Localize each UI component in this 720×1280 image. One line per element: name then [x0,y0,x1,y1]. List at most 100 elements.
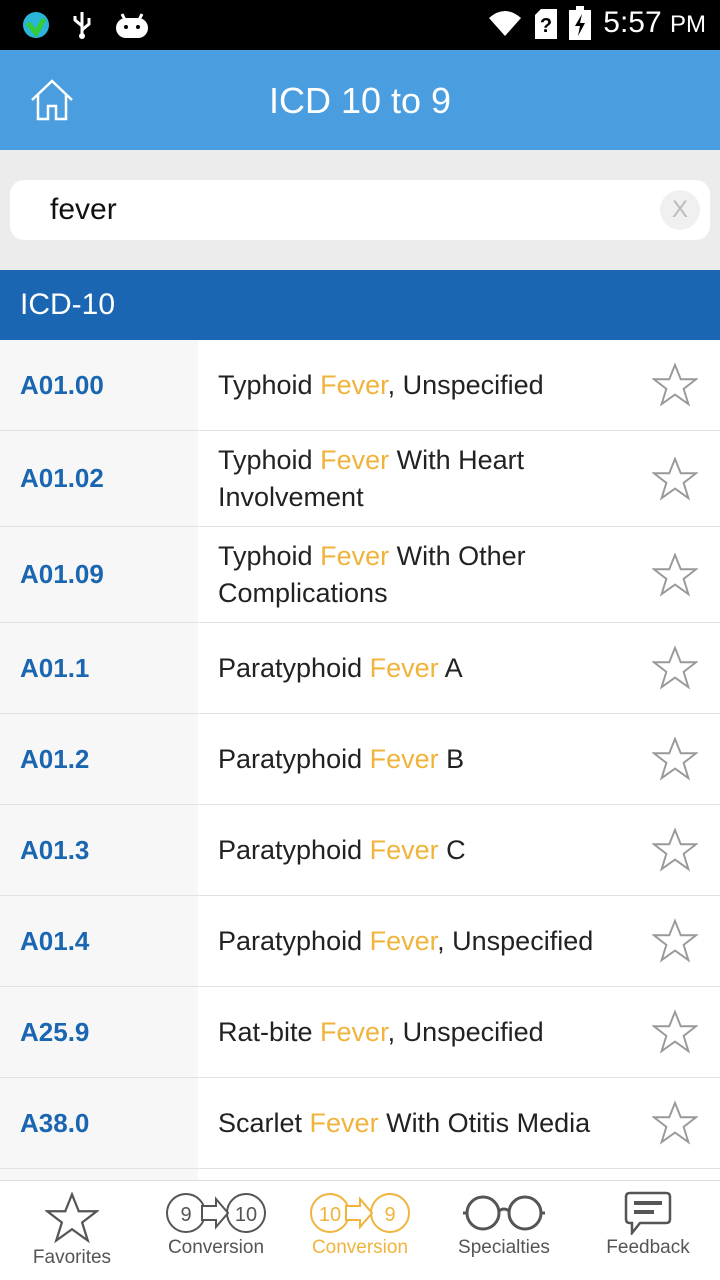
svg-text:10: 10 [235,1204,257,1226]
star-icon [651,1100,699,1145]
desc-text: With Otitis Media [378,1107,591,1138]
star-icon [651,362,699,407]
favorite-toggle[interactable] [651,551,699,603]
icd-code: A01.1 [0,623,198,713]
search-highlight: Fever [369,743,439,774]
app-bar: ICD 10 to 9 [0,50,720,150]
status-bar: ? 5:57 PM [0,0,720,50]
desc-text: Paratyphoid [218,834,370,865]
search-highlight: Fever [369,652,439,683]
svg-text:10: 10 [319,1204,341,1226]
usb-icon [73,12,91,39]
desc-text: Rat-bite [218,1016,321,1047]
search-highlight: Fever [309,1107,379,1138]
desc-text: Typhoid [218,540,321,571]
star-icon [651,736,699,781]
feedback-icon [624,1191,672,1235]
globe-icon [23,12,49,38]
search-highlight: Fever [320,540,390,571]
desc-text: B [438,743,465,774]
clear-search-button[interactable]: X [660,190,700,230]
result-row[interactable]: A01.4 Paratyphoid Fever, Unspecified [0,896,720,987]
nav-star[interactable]: Favorites [0,1181,144,1280]
desc-text: Typhoid [218,369,321,400]
nav-glasses[interactable]: Specialties [432,1181,576,1280]
description: Scarlet Fever With Otitis Media [198,1078,720,1168]
result-row[interactable]: A01.02 Typhoid Fever With Heart Involvem… [0,431,720,527]
icd-code: A25.9 [0,987,198,1077]
glasses-icon [463,1195,545,1231]
icd-code: A01.4 [0,896,198,986]
icd-code: A01.09 [0,527,198,622]
icd-code: A01.3 [0,805,198,895]
search-highlight: Fever [320,1016,388,1047]
svg-text:9: 9 [384,1204,395,1226]
wifi-icon [489,11,522,36]
result-row[interactable]: A38.0 Scarlet Fever With Otitis Media [0,1078,720,1169]
desc-text: Paratyphoid [218,743,370,774]
result-row[interactable]: A01.00 Typhoid Fever, Unspecified [0,340,720,431]
result-row[interactable]: A01.09 Typhoid Fever With Other Complica… [0,527,720,623]
search-highlight: Fever [320,369,388,400]
bottom-nav: Favorites 9 10 Conversion 10 9 Conversion Speci… [0,1180,720,1280]
star-icon [651,551,699,597]
icd-code: A01.00 [0,340,198,430]
favorite-toggle[interactable] [651,1009,699,1060]
desc-text: Paratyphoid [218,652,370,683]
description: Paratyphoid Fever B [198,714,720,804]
favorite-toggle[interactable] [651,736,699,787]
icd-code: A38.0 [0,1078,198,1168]
search-highlight: Fever [369,925,438,956]
nav-label: Specialties [458,1237,550,1258]
desc-text: , Unspecified [387,369,544,400]
favorite-toggle[interactable] [651,1100,699,1151]
battery-charging-icon [569,6,592,40]
desc-text: , Unspecified [387,1016,544,1047]
favorite-toggle[interactable] [651,827,699,878]
icd-code: A01.2 [0,714,198,804]
results-list: A01.00 Typhoid Fever, Unspecified A01.02… [0,340,720,1181]
svg-text:9: 9 [180,1204,191,1226]
desc-text: C [438,834,466,865]
nav-label: Feedback [606,1237,690,1258]
description: Rat-bite Fever, Unspecified [198,987,720,1077]
favorites-star-icon [45,1191,99,1244]
desc-text: Scarlet [218,1107,310,1138]
favorite-toggle[interactable] [651,362,699,413]
nav-label: Conversion [167,1237,265,1258]
desc-text: , Unspecified [437,925,594,956]
search-bar: X [0,150,720,270]
favorite-toggle[interactable] [651,918,699,969]
clock-ampm: PM [670,11,706,38]
result-row[interactable]: A01.3 Paratyphoid Fever C [0,805,720,896]
favorite-toggle[interactable] [651,645,699,696]
nav-label: Conversion [311,1237,409,1258]
nav-feedback[interactable]: Feedback [576,1181,720,1280]
star-icon [651,1009,699,1054]
svg-text:?: ? [540,15,552,37]
section-header: ICD-10 [0,270,720,340]
description: Typhoid Fever With Heart Involvement [198,431,720,526]
icd-code: A01.02 [0,431,198,526]
nav-label: Favorites [32,1247,112,1268]
9-to-10-icon: 9 10 [166,1193,266,1233]
nav-10-to-9[interactable]: 10 9 Conversion [288,1181,432,1280]
favorite-toggle[interactable] [651,455,699,507]
star-icon [651,455,699,501]
result-row[interactable]: A25.9 Rat-bite Fever, Unspecified [0,987,720,1078]
result-row[interactable]: A01.1 Paratyphoid Fever A [0,623,720,714]
description: Typhoid Fever, Unspecified [198,340,720,430]
android-icon [116,13,148,38]
desc-text: A [438,652,463,683]
description: Paratyphoid Fever, Unspecified [198,896,720,986]
desc-text: Paratyphoid [218,925,370,956]
description: Paratyphoid Fever A [198,623,720,713]
star-icon [651,918,699,963]
nav-9-to-10[interactable]: 9 10 Conversion [144,1181,288,1280]
result-row[interactable]: A01.2 Paratyphoid Fever B [0,714,720,805]
page-title: ICD 10 to 9 [268,80,452,121]
search-highlight: Fever [369,834,439,865]
star-icon [651,645,699,690]
description: Paratyphoid Fever C [198,805,720,895]
search-input[interactable] [50,190,630,230]
